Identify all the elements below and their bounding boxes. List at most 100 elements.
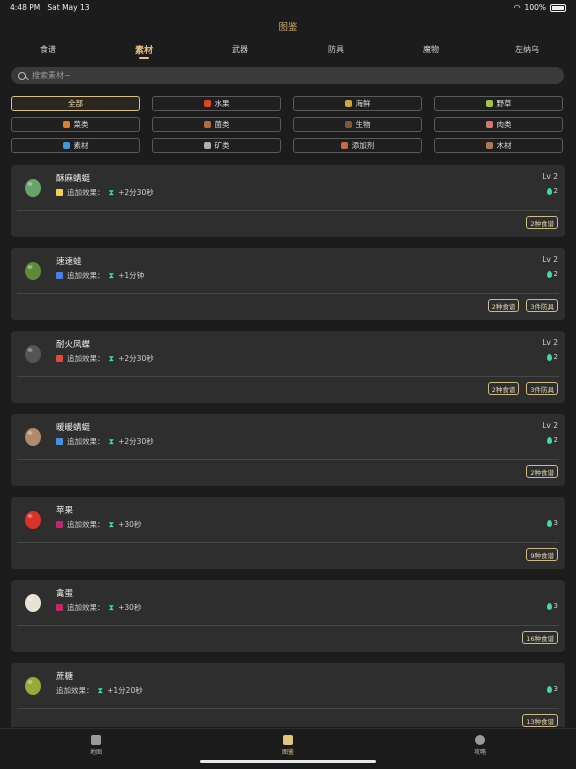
usage-tag[interactable]: 2种食谱 xyxy=(487,382,520,395)
filter-label: 菌类 xyxy=(214,120,230,129)
quantity: 2 xyxy=(546,436,558,444)
battery-icon xyxy=(550,3,566,12)
bottom-tab-map[interactable]: 地图 xyxy=(66,735,126,756)
hourglass-icon: ⧗ xyxy=(108,602,115,612)
filter-chip[interactable]: 全部 xyxy=(11,96,140,111)
filter-chip[interactable]: 木材 xyxy=(434,138,563,153)
hourglass-icon: ⧗ xyxy=(97,685,104,695)
battery-percent: 100% xyxy=(524,3,546,12)
bottom-tab-compendium[interactable]: 图鉴 xyxy=(258,735,318,756)
search-input[interactable] xyxy=(30,70,534,81)
material-list[interactable]: 酥麻蜻蜓 Lv 2 追加效果： ⧗ +2分30秒 2 2种食谱 速速蛙 Lv 2 追加效果： ⧗ +1… xyxy=(11,165,565,727)
usage-tag[interactable]: 2种食谱 xyxy=(526,465,558,478)
sugarcane-icon xyxy=(19,671,47,699)
filter-chip[interactable]: 水果 xyxy=(152,96,281,111)
drop-icon xyxy=(546,602,552,610)
divider xyxy=(17,625,559,626)
filter-chip[interactable]: 肉类 xyxy=(434,117,563,132)
tab-monsters[interactable]: 魔物 xyxy=(401,44,461,55)
usage-tag[interactable]: 2种食谱 xyxy=(526,216,558,229)
material-card[interactable]: 耐火凤蝶 Lv 2 追加效果： ⧗ +2分30秒 2 2种食谱 3件防具 xyxy=(11,331,565,403)
quantity-value: 2 xyxy=(553,270,558,278)
effect-duration: +2分30秒 xyxy=(118,354,154,363)
filter-label: 生物 xyxy=(355,120,371,129)
quantity-value: 2 xyxy=(553,436,558,444)
heart-icon xyxy=(56,521,63,528)
material-card[interactable]: 苹果 追加效果： ⧗ +30秒 3 9种食谱 xyxy=(11,497,565,569)
effect-duration: +30秒 xyxy=(118,520,142,529)
material-card[interactable]: 蔗糖 追加效果： ⧗ +1分20秒 3 13种食谱 xyxy=(11,663,565,727)
tab-materials[interactable]: 素材 xyxy=(114,43,174,59)
divider xyxy=(17,293,559,294)
effect-duration: +1分钟 xyxy=(118,271,145,280)
hourglass-icon: ⧗ xyxy=(108,187,115,197)
search-bar[interactable] xyxy=(11,67,564,84)
filter-label: 海鲜 xyxy=(355,99,371,108)
filter-label: 水果 xyxy=(214,99,230,108)
tab-armor[interactable]: 防具 xyxy=(306,44,366,55)
effect-row: 追加效果： ⧗ +30秒 xyxy=(56,602,141,613)
effect-row: 追加效果： ⧗ +1分钟 xyxy=(56,270,144,281)
filter-chip[interactable]: 生物 xyxy=(293,117,422,132)
material-card[interactable]: 速速蛙 Lv 2 追加效果： ⧗ +1分钟 2 2种食谱 3件防具 xyxy=(11,248,565,320)
effect-duration: +1分20秒 xyxy=(107,686,143,695)
effect-row: 追加效果： ⧗ +2分30秒 xyxy=(56,353,154,364)
quantity-value: 2 xyxy=(553,187,558,195)
material-name: 苹果 xyxy=(56,506,74,516)
usage-tags: 2种食谱 xyxy=(526,465,558,478)
effect-row: 追加效果： ⧗ +2分30秒 xyxy=(56,436,154,447)
material-card[interactable]: 酥麻蜻蜓 Lv 2 追加效果： ⧗ +2分30秒 2 2种食谱 xyxy=(11,165,565,237)
filter-label: 菜类 xyxy=(73,120,89,129)
material-name: 酥麻蜻蜓 xyxy=(56,174,91,184)
material-card[interactable]: 暖暖蜻蜓 Lv 2 追加效果： ⧗ +2分30秒 2 2种食谱 xyxy=(11,414,565,486)
filter-chip[interactable]: 菌类 xyxy=(152,117,281,132)
filter-chip[interactable]: 菜类 xyxy=(11,117,140,132)
filter-chip[interactable]: 海鲜 xyxy=(293,96,422,111)
usage-tags: 2种食谱 3件防具 xyxy=(487,299,558,312)
level-label: Lv 2 xyxy=(542,172,558,181)
filter-chip[interactable]: 素材 xyxy=(11,138,140,153)
page-title: 图鉴 xyxy=(278,22,298,33)
quantity-value: 3 xyxy=(553,602,558,610)
search-icon xyxy=(18,71,26,80)
effect-label: 追加效果： xyxy=(67,603,105,612)
effect-label: 追加效果： xyxy=(67,520,105,529)
fire-icon xyxy=(56,355,63,362)
quantity: 3 xyxy=(546,602,558,610)
filter-label: 野草 xyxy=(496,99,512,108)
guide-icon xyxy=(475,735,485,745)
divider xyxy=(17,210,559,211)
usage-tags: 2种食谱 xyxy=(526,216,558,229)
bottom-tab-guide[interactable]: 攻略 xyxy=(450,735,510,756)
usage-tag[interactable]: 13种食谱 xyxy=(522,714,558,727)
usage-tags: 9种食谱 xyxy=(526,548,558,561)
map-icon xyxy=(91,735,101,745)
filter-chip[interactable]: 矿类 xyxy=(152,138,281,153)
divider xyxy=(17,459,559,460)
usage-tag[interactable]: 3件防具 xyxy=(526,382,558,395)
filter-chip[interactable]: 野草 xyxy=(434,96,563,111)
drop-icon xyxy=(546,353,552,361)
meat-icon xyxy=(485,121,493,128)
status-bar: 4:48 PM Sat May 13 ◠ 100% xyxy=(0,0,576,14)
tab-zonai[interactable]: 左纳乌 xyxy=(497,44,557,55)
level-label: Lv 2 xyxy=(542,421,558,430)
material-card[interactable]: 禽蛋 追加效果： ⧗ +30秒 3 16种食谱 xyxy=(11,580,565,652)
usage-tag[interactable]: 16种食谱 xyxy=(522,631,558,644)
hourglass-icon: ⧗ xyxy=(108,270,115,280)
filter-chip[interactable]: 添加剂 xyxy=(293,138,422,153)
wifi-icon: ◠ xyxy=(513,3,521,12)
tab-weapons[interactable]: 武器 xyxy=(210,44,270,55)
quantity: 3 xyxy=(546,685,558,693)
usage-tag[interactable]: 2种食谱 xyxy=(487,299,520,312)
status-time: 4:48 PM xyxy=(10,3,41,12)
carrot-icon xyxy=(62,121,70,128)
status-date: Sat May 13 xyxy=(47,3,90,12)
cold-icon xyxy=(56,438,63,445)
tab-recipes[interactable]: 食谱 xyxy=(18,44,78,55)
usage-tag[interactable]: 3件防具 xyxy=(526,299,558,312)
quantity: 3 xyxy=(546,519,558,527)
frog-icon xyxy=(19,256,47,284)
usage-tag[interactable]: 9种食谱 xyxy=(526,548,558,561)
effect-duration: +2分30秒 xyxy=(118,437,154,446)
